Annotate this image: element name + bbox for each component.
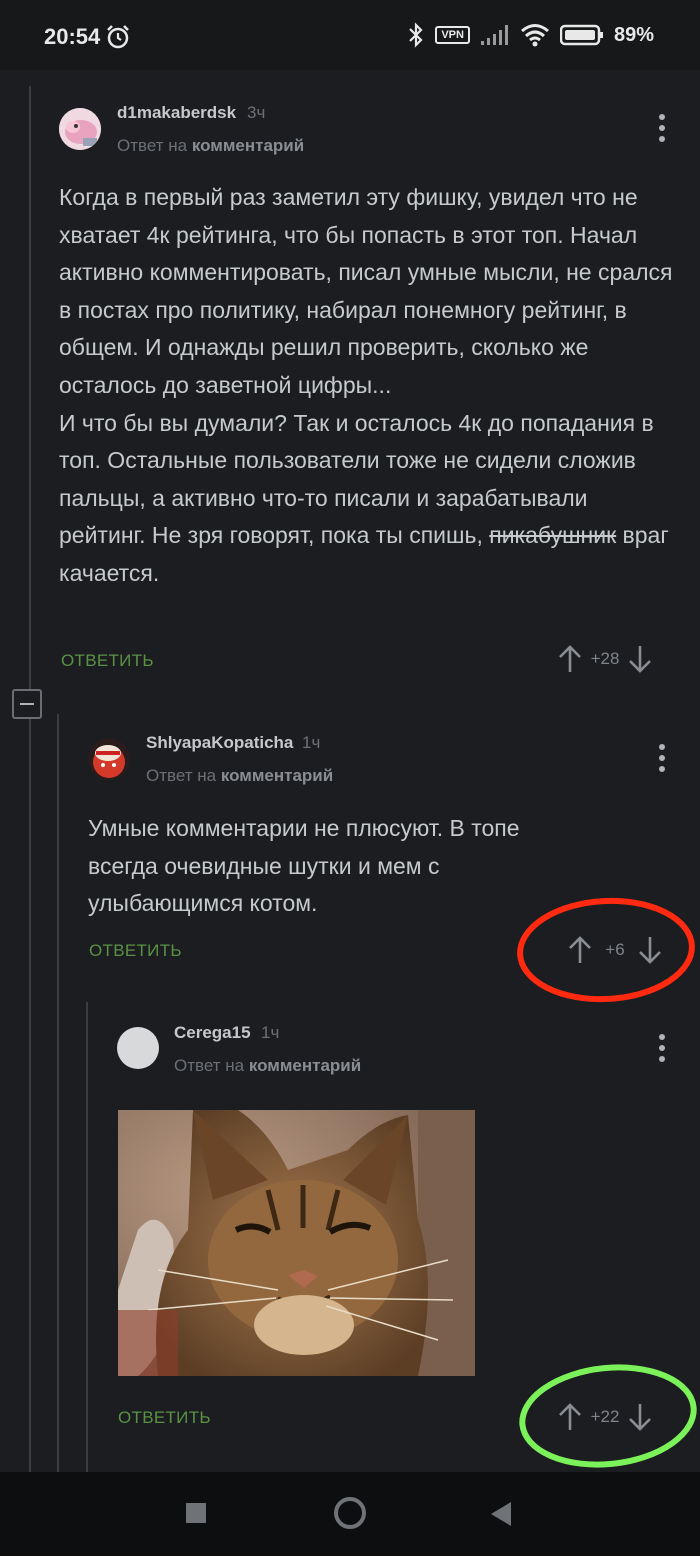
avatar-image — [88, 738, 130, 780]
vote-score: +28 — [590, 649, 620, 668]
avatar[interactable] — [88, 738, 130, 780]
comment-text: Когда в первый раз заметил эту фишку, ув… — [59, 179, 679, 593]
reply-button[interactable]: ОТВЕТИТЬ — [89, 941, 182, 961]
avatar[interactable] — [117, 1027, 159, 1069]
cat-meme-image[interactable] — [118, 1110, 475, 1376]
green-annotation-circle — [519, 1364, 697, 1468]
home-icon[interactable] — [333, 1496, 367, 1530]
reply-to-line: Ответ на комментарий — [146, 766, 333, 786]
reply-to-prefix: Ответ на — [117, 136, 188, 155]
signal-icon — [480, 25, 508, 45]
reply-to-link[interactable]: комментарий — [221, 766, 333, 785]
reply-button[interactable]: ОТВЕТИТЬ — [61, 651, 154, 671]
bluetooth-icon — [409, 22, 423, 48]
more-options-icon[interactable] — [659, 744, 665, 772]
comment-text: Умные комментарии не плюсуют. В топе все… — [88, 815, 520, 917]
avatar-image — [59, 108, 101, 150]
thread-line-level2 — [57, 714, 59, 1472]
comment-time: 3ч — [247, 103, 266, 122]
smiling-cat-picture — [118, 1110, 475, 1376]
wifi-icon — [521, 24, 549, 47]
reply-to-line: Ответ на комментарий — [174, 1056, 361, 1076]
more-options-icon[interactable] — [659, 114, 665, 142]
recent-apps-icon[interactable] — [185, 1502, 207, 1524]
comment-username[interactable]: Cerega15 — [174, 1023, 251, 1043]
vote-controls: +28 — [558, 645, 652, 673]
battery-percentage: 89% — [613, 23, 654, 46]
status-icons: VPN 89% — [407, 22, 654, 48]
reply-to-link[interactable]: комментарий — [192, 136, 304, 155]
status-bar: 20:54 VPN 89% — [0, 0, 700, 70]
reply-to-prefix: Ответ на — [146, 766, 217, 785]
comment-time: 1ч — [261, 1023, 280, 1042]
upvote-arrow-icon[interactable] — [558, 645, 582, 673]
strikethrough-text: пикабушник — [489, 522, 617, 549]
thread-line-outer — [29, 86, 31, 1472]
reply-to-link[interactable]: комментарий — [249, 1056, 361, 1075]
reply-button[interactable]: ОТВЕТИТЬ — [118, 1408, 211, 1428]
comment-username[interactable]: d1makaberdsk — [117, 103, 236, 123]
alarm-icon — [107, 25, 129, 49]
more-options-icon[interactable] — [659, 1034, 665, 1062]
status-time: 20:54 — [44, 24, 101, 49]
thread-line-level3 — [86, 1002, 88, 1472]
system-navigation-bar — [0, 1472, 700, 1556]
collapse-thread-button[interactable] — [12, 689, 42, 719]
comment-time: 1ч — [302, 733, 321, 752]
back-icon[interactable] — [489, 1501, 513, 1527]
vpn-badge: VPN — [435, 26, 470, 44]
downvote-arrow-icon[interactable] — [628, 645, 652, 673]
battery-icon — [559, 24, 603, 46]
reply-to-line: Ответ на комментарий — [117, 136, 304, 156]
comment-username[interactable]: ShlyapaKopaticha — [146, 733, 293, 753]
reply-to-prefix: Ответ на — [174, 1056, 245, 1075]
red-annotation-circle — [517, 897, 695, 1003]
comment-text-main: Когда в первый раз заметил эту фишку, ув… — [59, 184, 673, 549]
avatar[interactable] — [59, 108, 101, 150]
